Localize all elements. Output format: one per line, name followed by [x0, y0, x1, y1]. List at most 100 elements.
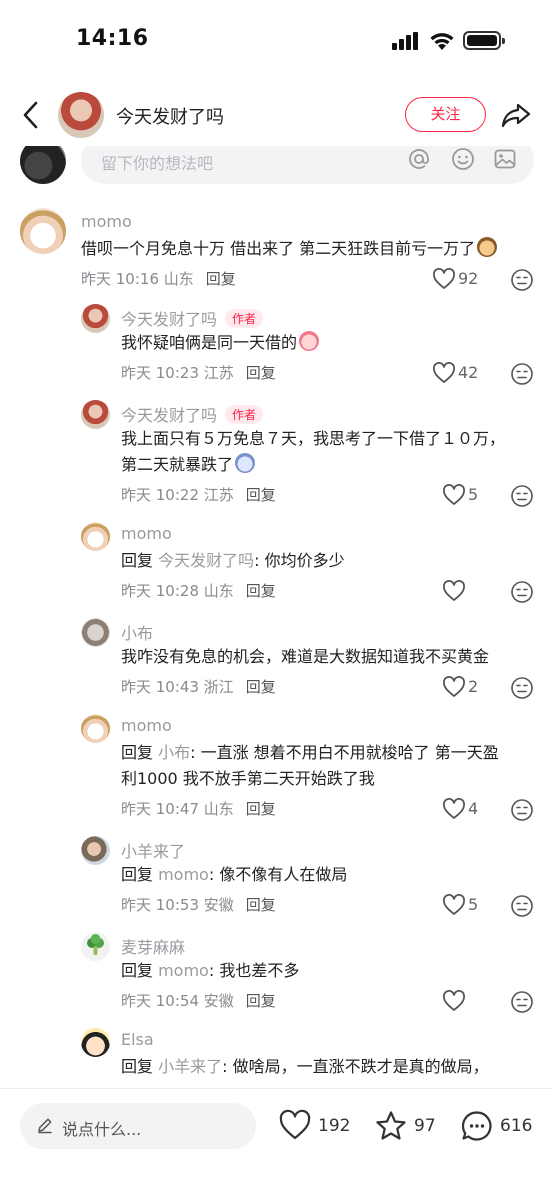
bottom-action-bar: 说点什么... 192 97 616	[0, 1088, 553, 1200]
comment-meta: 昨天 10:43 浙江 回复	[121, 676, 276, 697]
comment-list: momo 借呗一个月免息十万 借出来了 第二天狂跌目前亏一万了 昨天 10:16…	[0, 190, 553, 1088]
like-button[interactable]: 4	[442, 798, 502, 822]
comment-text: 回复 今天发财了吗: 你均价多少	[121, 551, 345, 570]
like-button[interactable]: 42	[432, 362, 492, 386]
dislike-face-icon[interactable]	[510, 580, 534, 604]
dislike-face-icon[interactable]	[510, 990, 534, 1014]
reply-target[interactable]: 今天发财了吗	[158, 551, 254, 570]
post-like-button[interactable]: 192	[278, 1109, 351, 1143]
dislike-face-icon[interactable]	[510, 676, 534, 700]
reply-button[interactable]: 回复	[246, 896, 276, 914]
heart-icon	[443, 990, 465, 1011]
cellular-signal-icon	[392, 32, 420, 50]
reply-button[interactable]: 回复	[246, 992, 276, 1010]
commenter-name[interactable]: 今天发财了吗 作者	[121, 402, 264, 426]
comment-text: 我上面只有５万免息７天，我思考了一下借了１０万， 第二天就暴跌了	[121, 429, 506, 474]
post-favorite-button[interactable]: 97	[374, 1109, 436, 1143]
reply-button[interactable]: 回复	[246, 800, 276, 818]
comment-time: 昨天 10:22 江苏	[121, 486, 234, 504]
like-count: 5	[468, 895, 479, 914]
commenter-name[interactable]: 麦芽麻麻	[121, 934, 185, 958]
heart-icon	[443, 894, 465, 915]
author-badge: 作者	[225, 309, 264, 328]
reply-button[interactable]: 回复	[246, 678, 276, 696]
reply-target[interactable]: 小布	[158, 743, 190, 762]
image-icon[interactable]	[493, 147, 517, 171]
commenter-avatar[interactable]	[20, 208, 66, 254]
commenter-avatar[interactable]	[81, 618, 110, 647]
commenter-name[interactable]: momo	[121, 524, 172, 543]
post-like-count: 192	[318, 1116, 351, 1136]
status-bar: 14:16	[0, 0, 553, 84]
back-icon[interactable]	[18, 99, 44, 131]
heart-icon	[443, 676, 465, 697]
like-count: 2	[468, 677, 479, 696]
like-button[interactable]: 5	[442, 894, 502, 918]
dislike-face-icon[interactable]	[510, 268, 534, 292]
commenter-avatar[interactable]	[81, 714, 110, 743]
commenter-name[interactable]: 小羊来了	[121, 838, 185, 862]
commenter-avatar[interactable]	[81, 400, 110, 429]
commenter-avatar[interactable]	[81, 1028, 110, 1057]
status-time: 14:16	[76, 26, 149, 51]
comment-input-placeholder: 留下你的想法吧	[101, 154, 214, 173]
sweat-emoji-icon	[235, 453, 256, 473]
comment-meta: 昨天 10:28 山东 回复	[121, 580, 276, 601]
commenter-avatar[interactable]	[81, 522, 110, 551]
at-mention-icon[interactable]	[407, 147, 431, 171]
like-button[interactable]: 2	[442, 676, 502, 700]
dislike-face-icon[interactable]	[510, 798, 534, 822]
share-icon[interactable]	[500, 99, 532, 131]
commenter-name[interactable]: momo	[121, 716, 172, 735]
author-avatar[interactable]	[58, 92, 104, 138]
comment-meta: 昨天 10:47 山东 回复	[121, 798, 276, 819]
post-comment-count: 616	[500, 1116, 533, 1136]
follow-button[interactable]: 关注	[405, 97, 486, 132]
my-avatar	[20, 146, 66, 184]
author-name[interactable]: 今天发财了吗	[116, 103, 224, 129]
dislike-face-icon[interactable]	[510, 362, 534, 386]
comment-bubble-icon	[461, 1111, 492, 1141]
comment-text: 我怀疑咱俩是同一天借的	[121, 333, 298, 352]
comment-composer: 留下你的想法吧	[0, 146, 553, 190]
dog-emoji-icon	[477, 237, 498, 257]
comment-text: 回复 小羊来了: 做啥局，一直涨不跌才是真的做局，	[121, 1057, 489, 1076]
commenter-avatar[interactable]	[81, 304, 110, 333]
heart-icon	[443, 580, 465, 601]
wifi-icon	[430, 33, 454, 50]
commenter-name[interactable]: 小布	[121, 620, 153, 644]
emoji-icon[interactable]	[451, 147, 475, 171]
dislike-face-icon[interactable]	[510, 484, 534, 508]
author-badge: 作者	[225, 405, 264, 424]
reply-target[interactable]: momo	[158, 865, 209, 884]
comment-time: 昨天 10:28 山东	[121, 582, 234, 600]
reply-target[interactable]: momo	[158, 961, 209, 980]
commenter-avatar[interactable]	[81, 932, 110, 961]
crying-emoji-icon	[299, 331, 320, 351]
battery-icon	[463, 31, 505, 50]
reply-button[interactable]: 回复	[206, 270, 236, 288]
like-button[interactable]: 5	[442, 484, 502, 508]
commenter-name[interactable]: 今天发财了吗 作者	[121, 306, 264, 330]
like-button[interactable]	[442, 990, 502, 1014]
like-button[interactable]: 92	[432, 268, 492, 292]
comment-input[interactable]: 留下你的想法吧	[81, 146, 534, 184]
reply-button[interactable]: 回复	[246, 486, 276, 504]
commenter-name[interactable]: Elsa	[121, 1030, 154, 1049]
reply-button[interactable]: 回复	[246, 364, 276, 382]
dislike-face-icon[interactable]	[510, 894, 534, 918]
comment-text: 我咋没有免息的机会，难道是大数据知道我不买黄金	[121, 647, 490, 666]
commenter-avatar[interactable]	[81, 836, 110, 865]
comment-meta: 昨天 10:23 江苏 回复	[121, 362, 276, 383]
comment-entry-input[interactable]: 说点什么...	[20, 1103, 256, 1149]
reply-target[interactable]: 小羊来了	[158, 1057, 222, 1076]
reply-button[interactable]: 回复	[246, 582, 276, 600]
post-comment-button[interactable]: 616	[460, 1109, 534, 1143]
like-count: 4	[468, 799, 479, 818]
comment-meta: 昨天 10:54 安徽 回复	[121, 990, 276, 1011]
commenter-name[interactable]: momo	[81, 212, 132, 231]
comment-time: 昨天 10:16 山东	[81, 270, 194, 288]
post-favorite-count: 97	[414, 1116, 436, 1136]
heart-icon	[433, 268, 455, 289]
like-button[interactable]	[442, 580, 502, 604]
